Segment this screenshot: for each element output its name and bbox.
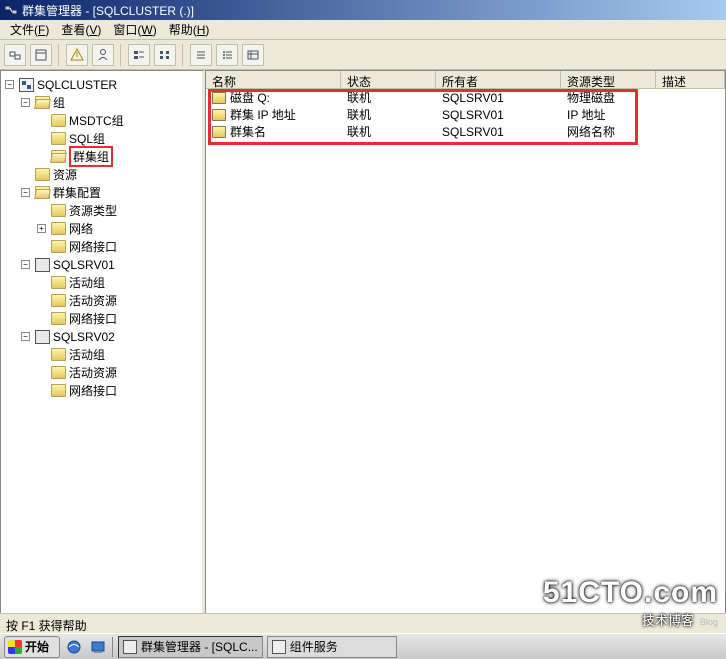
- menu-help[interactable]: 帮助(H): [163, 20, 216, 39]
- toolbar-separator: [58, 44, 60, 66]
- toolbar-btn-1[interactable]: [4, 44, 26, 66]
- list-row[interactable]: 群集名 联机 SQLSRV01 网络名称: [206, 123, 725, 140]
- start-button[interactable]: 开始: [4, 636, 60, 658]
- quicklaunch-desktop[interactable]: [88, 637, 108, 657]
- folder-icon: [51, 294, 66, 307]
- collapse-icon[interactable]: −: [21, 98, 30, 107]
- folder-icon: [51, 132, 66, 145]
- toolbar-separator: [182, 44, 184, 66]
- tree-pane[interactable]: − SQLCLUSTER − 组 MSDTC组 SQL组: [0, 70, 205, 633]
- resource-icon: [212, 109, 226, 121]
- toolbar-btn-6[interactable]: [154, 44, 176, 66]
- selected-highlight: 群集组: [69, 146, 113, 167]
- tree-srv1-netif[interactable]: 网络接口: [37, 310, 202, 327]
- toolbar-separator: [120, 44, 122, 66]
- expand-icon[interactable]: +: [37, 224, 46, 233]
- folder-icon: [51, 240, 66, 253]
- tree-group-cluster[interactable]: 群集组: [37, 148, 202, 165]
- resource-icon: [212, 92, 226, 104]
- toolbar-btn-2[interactable]: [30, 44, 52, 66]
- folder-icon: [51, 276, 66, 289]
- folder-icon: [51, 366, 66, 379]
- taskbar-app-cluster[interactable]: 群集管理器 - [SQLC...: [118, 636, 263, 658]
- tree-srv1-active-groups[interactable]: 活动组: [37, 274, 202, 291]
- tree-group-msdtc[interactable]: MSDTC组: [37, 112, 202, 129]
- folder-icon: [51, 114, 66, 127]
- col-type[interactable]: 资源类型: [561, 71, 656, 88]
- taskbar-separator: [112, 637, 114, 657]
- collapse-icon[interactable]: −: [5, 80, 14, 89]
- folder-icon: [51, 222, 66, 235]
- server-icon: [35, 330, 50, 344]
- quicklaunch-ie[interactable]: [64, 637, 84, 657]
- app-icon: [123, 640, 137, 654]
- col-status[interactable]: 状态: [341, 71, 436, 88]
- tree-group-sql[interactable]: SQL组: [37, 130, 202, 147]
- list-pane[interactable]: 名称 状态 所有者 资源类型 描述 磁盘 Q: 联机 SQLSRV01 物理磁盘…: [205, 70, 726, 633]
- tree-root[interactable]: − SQLCLUSTER: [5, 76, 202, 93]
- toolbar: [0, 40, 726, 70]
- watermark: 51CTO.com 技术博客Blog: [543, 576, 718, 629]
- tree-root-label: SQLCLUSTER: [37, 78, 117, 92]
- folder-icon: [51, 348, 66, 361]
- resource-icon: [212, 126, 226, 138]
- list-row[interactable]: 群集 IP 地址 联机 SQLSRV01 IP 地址: [206, 106, 725, 123]
- window-title: 群集管理器 - [SQLCLUSTER (.)]: [22, 2, 722, 19]
- tree-groups-label: 组: [53, 94, 65, 111]
- menu-view[interactable]: 查看(V): [55, 20, 107, 39]
- app-icon: [4, 3, 18, 17]
- collapse-icon[interactable]: −: [21, 260, 30, 269]
- toolbar-btn-9[interactable]: [242, 44, 264, 66]
- folder-open-icon: [35, 186, 50, 199]
- col-name[interactable]: 名称: [206, 71, 341, 88]
- tree-srv2-netif[interactable]: 网络接口: [37, 382, 202, 399]
- toolbar-btn-4[interactable]: [92, 44, 114, 66]
- tree-cluster-config[interactable]: −群集配置: [21, 184, 202, 201]
- folder-icon: [35, 168, 50, 181]
- taskbar-app-comsvc[interactable]: 组件服务: [267, 636, 397, 658]
- tree-srv2-active-res[interactable]: 活动资源: [37, 364, 202, 381]
- toolbar-btn-7[interactable]: [190, 44, 212, 66]
- list-header: 名称 状态 所有者 资源类型 描述: [206, 71, 725, 89]
- list-body: 磁盘 Q: 联机 SQLSRV01 物理磁盘 群集 IP 地址 联机 SQLSR…: [206, 89, 725, 140]
- menu-file[interactable]: 文件(F): [4, 20, 55, 39]
- taskbar: 开始 群集管理器 - [SQLC... 组件服务: [0, 633, 726, 659]
- tree-server1[interactable]: −SQLSRV01: [21, 256, 202, 273]
- tree-resource-types[interactable]: 资源类型: [37, 202, 202, 219]
- folder-icon: [51, 204, 66, 217]
- toolbar-btn-3[interactable]: [66, 44, 88, 66]
- tree-net-interfaces[interactable]: 网络接口: [37, 238, 202, 255]
- status-text: 按 F1 获得帮助: [6, 619, 87, 633]
- main-split: − SQLCLUSTER − 组 MSDTC组 SQL组: [0, 70, 726, 633]
- toolbar-btn-8[interactable]: [216, 44, 238, 66]
- col-desc[interactable]: 描述: [656, 71, 725, 88]
- tree-resources[interactable]: 资源: [21, 166, 202, 183]
- tree-server2[interactable]: −SQLSRV02: [21, 328, 202, 345]
- tree-groups[interactable]: − 组: [21, 94, 202, 111]
- tree-srv1-active-res[interactable]: 活动资源: [37, 292, 202, 309]
- folder-open-icon: [51, 150, 66, 163]
- folder-icon: [51, 312, 66, 325]
- app-icon: [272, 640, 286, 654]
- folder-open-icon: [35, 96, 50, 109]
- tree-srv2-active-groups[interactable]: 活动组: [37, 346, 202, 363]
- menu-window[interactable]: 窗口(W): [107, 20, 162, 39]
- window-titlebar: 群集管理器 - [SQLCLUSTER (.)]: [0, 0, 726, 20]
- collapse-icon[interactable]: −: [21, 188, 30, 197]
- toolbar-btn-5[interactable]: [128, 44, 150, 66]
- collapse-icon[interactable]: −: [21, 332, 30, 341]
- tree-networks[interactable]: +网络: [37, 220, 202, 237]
- cluster-icon: [19, 78, 34, 92]
- server-icon: [35, 258, 50, 272]
- folder-icon: [51, 384, 66, 397]
- list-row[interactable]: 磁盘 Q: 联机 SQLSRV01 物理磁盘: [206, 89, 725, 106]
- col-owner[interactable]: 所有者: [436, 71, 561, 88]
- menu-bar: 文件(F) 查看(V) 窗口(W) 帮助(H): [0, 20, 726, 40]
